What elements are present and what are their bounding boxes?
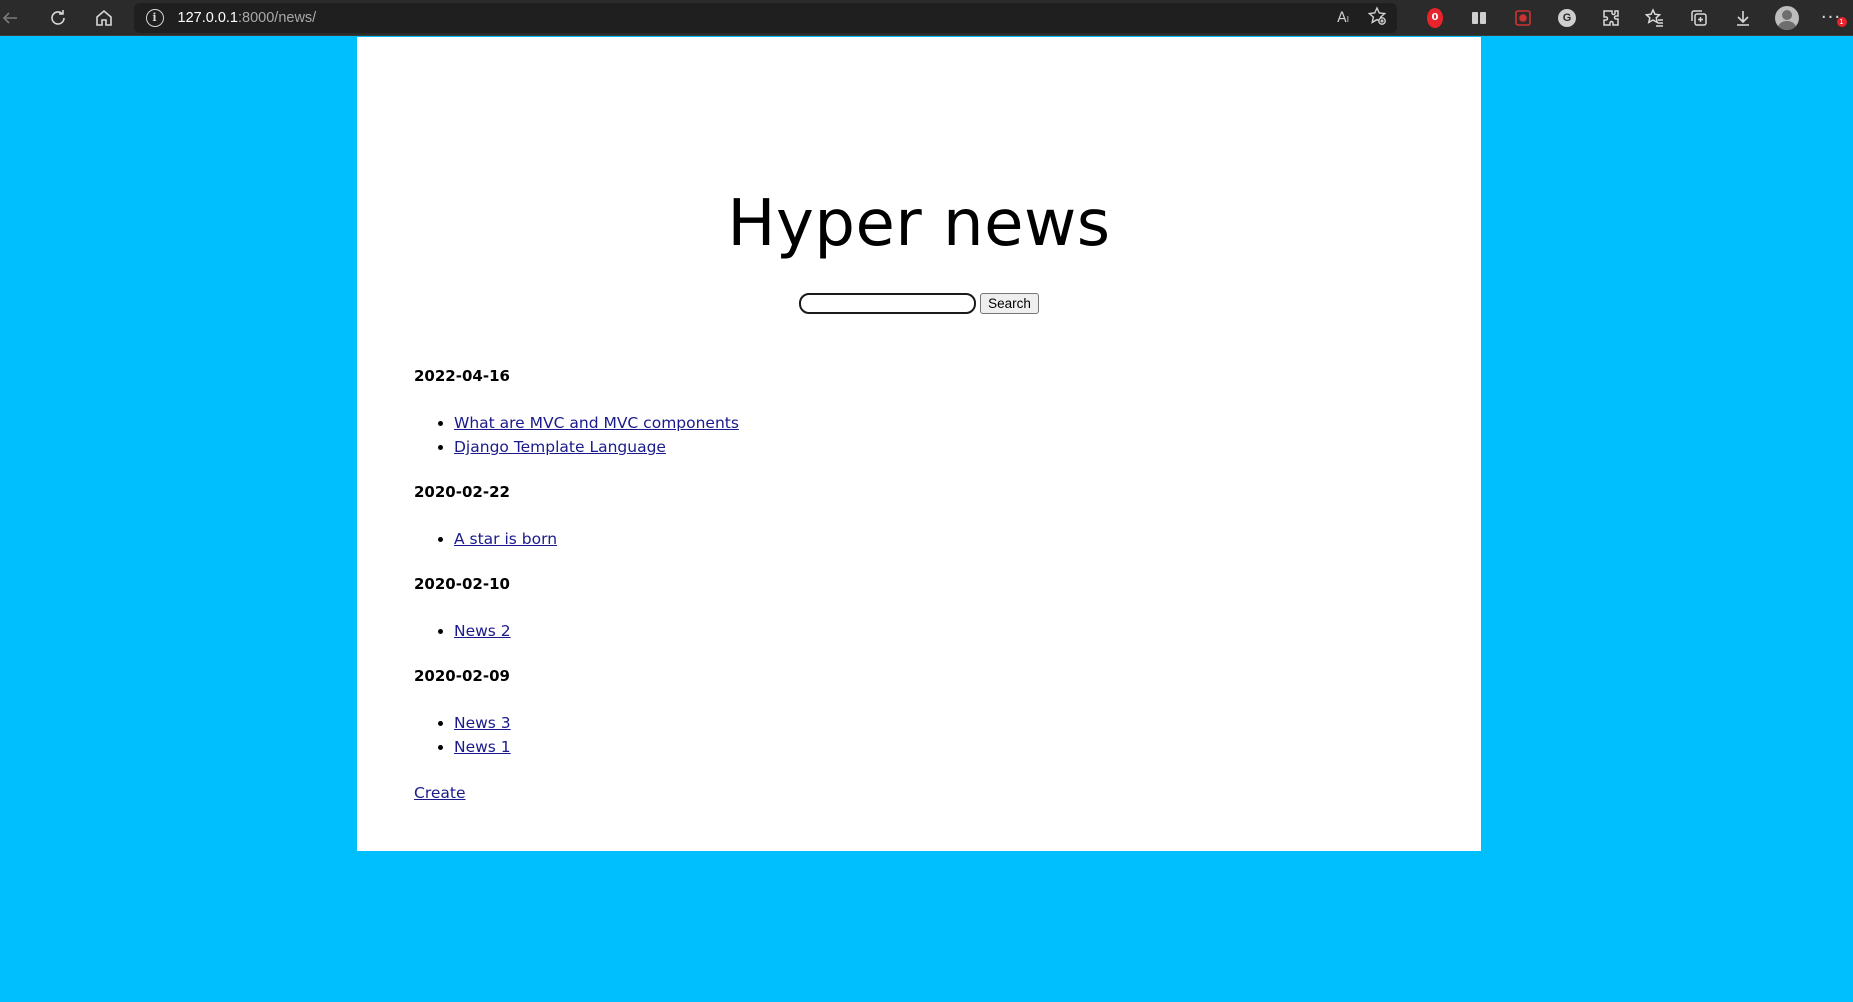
home-icon[interactable] — [86, 3, 122, 33]
grammar-extension-icon[interactable]: G — [1545, 3, 1589, 33]
puzzle-icon[interactable] — [1589, 3, 1633, 33]
more-icon[interactable]: ··· 1 — [1809, 3, 1853, 33]
address-bar[interactable]: i 127.0.0.1:8000/news/ Aₗ — [133, 2, 1397, 33]
news-link[interactable]: Django Template Language — [454, 438, 666, 456]
date-group: 2020-02-09 News 3 News 1 — [414, 667, 1414, 759]
collections-icon[interactable] — [1677, 3, 1721, 33]
search-input[interactable] — [799, 293, 977, 314]
date-group: 2020-02-10 News 2 — [414, 575, 1414, 643]
list-item: Django Template Language — [454, 435, 1414, 459]
date-heading: 2020-02-09 — [414, 667, 510, 685]
list-item: What are MVC and MVC components — [454, 411, 1414, 435]
list-item: News 1 — [454, 735, 1414, 759]
extension-icon[interactable]: 0 — [1413, 3, 1457, 33]
info-icon[interactable]: i — [145, 8, 164, 27]
news-items: A star is born — [414, 527, 1414, 551]
favorites-icon[interactable] — [1633, 3, 1677, 33]
news-items: News 3 News 1 — [414, 711, 1414, 759]
create-link[interactable]: Create — [414, 784, 466, 802]
news-link[interactable]: News 1 — [454, 738, 511, 756]
toolbar-extensions: 0 G ··· 1 — [1413, 3, 1853, 33]
search-form: Search — [357, 293, 1481, 314]
news-link[interactable]: News 2 — [454, 622, 511, 640]
back-icon[interactable] — [0, 3, 22, 33]
grammar-glyph: G — [1558, 8, 1576, 27]
news-link[interactable]: What are MVC and MVC components — [454, 414, 739, 432]
address-bar-actions: Aₗ — [1337, 3, 1387, 33]
date-heading: 2022-04-16 — [414, 367, 510, 385]
reading-list-icon[interactable] — [1457, 3, 1501, 33]
download-icon[interactable] — [1721, 3, 1765, 33]
news-list: 2022-04-16 What are MVC and MVC componen… — [414, 367, 1414, 802]
notification-badge: 1 — [1837, 16, 1847, 27]
browser-toolbar: i 127.0.0.1:8000/news/ Aₗ 0 G ··· 1 — [0, 0, 1853, 36]
news-items: News 2 — [414, 619, 1414, 643]
news-link[interactable]: News 3 — [454, 714, 511, 732]
news-link[interactable]: A star is born — [454, 530, 557, 548]
read-aloud-icon[interactable]: Aₗ — [1337, 10, 1349, 26]
list-item: A star is born — [454, 527, 1414, 551]
extension-badge: 0 — [1427, 7, 1443, 28]
url-path: :8000/news/ — [238, 9, 317, 26]
url-text[interactable]: 127.0.0.1:8000/news/ — [178, 10, 317, 26]
list-item: News 3 — [454, 711, 1414, 735]
date-heading: 2020-02-10 — [414, 575, 510, 593]
search-button[interactable]: Search — [980, 293, 1039, 314]
date-group: 2020-02-22 A star is born — [414, 483, 1414, 551]
news-items: What are MVC and MVC components Django T… — [414, 411, 1414, 459]
profile-button[interactable] — [1765, 3, 1809, 33]
date-group: 2022-04-16 What are MVC and MVC componen… — [414, 367, 1414, 459]
page-title: Hyper news — [727, 187, 1111, 261]
avatar — [1775, 5, 1799, 30]
url-host: 127.0.0.1 — [177, 9, 238, 26]
list-item: News 2 — [454, 619, 1414, 643]
screenshot-icon[interactable] — [1501, 3, 1545, 33]
page-content: Hyper news Search 2022-04-16 What are MV… — [357, 37, 1481, 851]
add-favorite-icon[interactable] — [1367, 5, 1387, 30]
reload-icon[interactable] — [40, 3, 76, 33]
date-heading: 2020-02-22 — [414, 483, 510, 501]
